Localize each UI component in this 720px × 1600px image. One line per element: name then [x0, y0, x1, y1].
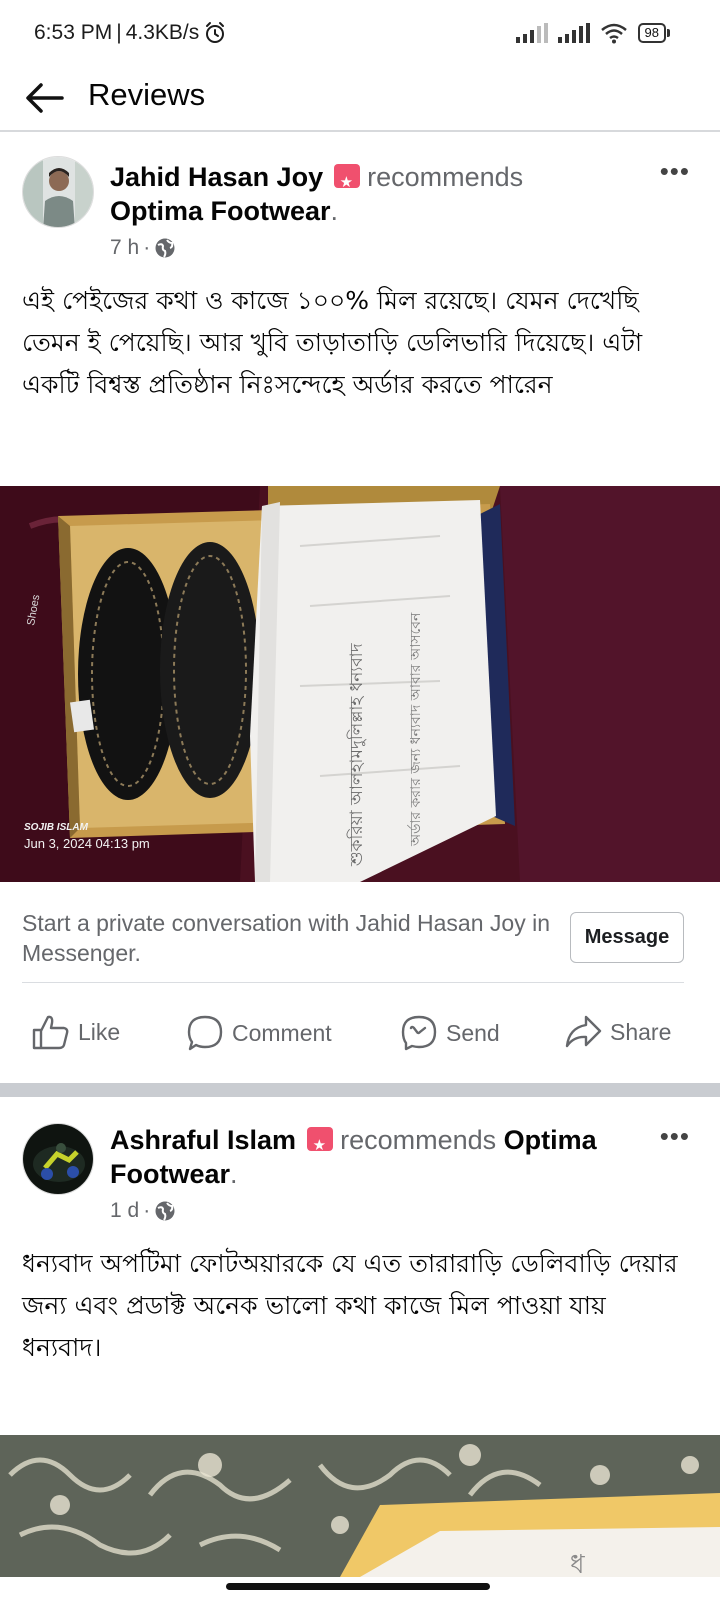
comment-label: Comment: [232, 1019, 332, 1046]
meta-dot: ·: [143, 236, 151, 259]
comment-icon: [187, 1015, 223, 1051]
more-options-icon[interactable]: •••: [660, 156, 690, 187]
share-button[interactable]: Share: [564, 1014, 671, 1050]
arrow-left-icon: [26, 83, 64, 113]
post-meta: 7 h ·: [110, 236, 176, 260]
status-network-speed: 4.3KB/s: [125, 21, 200, 44]
globe-icon: [155, 1201, 175, 1221]
messenger-prompt-text: Start a private conversation with Jahid …: [22, 910, 550, 966]
home-indicator[interactable]: [226, 1583, 490, 1590]
top-fan-badge-icon: [306, 1127, 333, 1163]
author-line: Jahid Hasan Joy recommends Optima Footwe…: [110, 160, 630, 228]
review-photo[interactable]: শুকরিয়া আলহামদুলিল্লাহ ধন্যবাদ অর্ডার ক…: [0, 486, 720, 882]
author-line: Ashraful Islam recommends Optima Footwea…: [110, 1123, 630, 1191]
avatar[interactable]: [22, 1123, 94, 1195]
message-button[interactable]: Message: [570, 912, 684, 963]
status-bar: 6:53 PM | 4.3KB/s 98: [0, 0, 720, 66]
messenger-prompt-row: Start a private conversation with Jahid …: [22, 908, 684, 968]
signal-icon-2: [557, 23, 590, 43]
meta-dot: ·: [143, 1199, 151, 1222]
svg-text:ধ: ধ: [570, 1550, 585, 1577]
signal-icon-1: [515, 23, 548, 43]
globe-icon: [155, 238, 175, 258]
divider: [22, 982, 684, 983]
review-post: Jahid Hasan Joy recommends Optima Footwe…: [0, 134, 720, 1084]
battery-tip: [667, 29, 670, 37]
shoe-box-image: শুকরিয়া আলহামদুলিল্লাহ ধন্যবাদ অর্ডার ক…: [0, 486, 720, 882]
fabric-image: ধ: [0, 1435, 720, 1577]
review-text: ধন্যবাদ অপটিমা ফোটঅয়ারকে যে এত তারারাড়…: [22, 1249, 678, 1362]
svg-text:শুকরিয়া আলহামদুলিল্লাহ ধন্যবা: শুকরিয়া আলহামদুলিল্লাহ ধন্যবাদ: [346, 642, 367, 867]
top-fan-badge-icon: [333, 164, 360, 200]
wifi-icon: [600, 23, 627, 44]
page-title: Reviews: [88, 77, 206, 112]
thumbs-up-icon: [32, 1015, 69, 1050]
like-button[interactable]: Like: [32, 1014, 120, 1050]
status-separator: |: [116, 21, 122, 44]
status-right: 98: [515, 22, 670, 44]
post-time[interactable]: 7 h: [110, 236, 139, 260]
period: .: [230, 1159, 238, 1189]
more-options-icon[interactable]: •••: [660, 1121, 690, 1152]
share-label: Share: [610, 1018, 672, 1045]
battery-level: 98: [637, 23, 666, 43]
avatar-image: [23, 1124, 93, 1194]
period: .: [330, 196, 339, 226]
post-time[interactable]: 1 d: [110, 1199, 139, 1223]
recommends-label: recommends: [340, 1125, 497, 1155]
avatar-image: [23, 157, 93, 227]
comment-button[interactable]: Comment: [186, 1014, 332, 1052]
photo-watermark-date: Jun 3, 2024 04:13 pm: [24, 836, 150, 851]
page-name-link[interactable]: Optima Footwear: [110, 196, 331, 226]
share-icon: [565, 1015, 602, 1048]
battery-indicator: 98: [637, 23, 670, 43]
avatar[interactable]: [22, 156, 94, 228]
post-actions: Like Comment Send Share: [0, 1006, 720, 1066]
status-left: 6:53 PM | 4.3KB/s: [34, 21, 227, 45]
svg-text:অর্ডার করার জন্য ধন্যবাদ আবার: অর্ডার করার জন্য ধন্যবাদ আবার আসবেন: [407, 612, 424, 847]
post-separator: [0, 1083, 720, 1097]
post-meta: 1 d ·: [110, 1199, 176, 1223]
review-photo[interactable]: ধ: [0, 1435, 720, 1577]
author-name[interactable]: Jahid Hasan Joy: [110, 162, 323, 192]
author-name[interactable]: Ashraful Islam: [110, 1125, 296, 1155]
photo-watermark-name: SOJIB ISLAM: [24, 822, 89, 833]
app-header: Reviews: [0, 66, 720, 132]
messenger-icon: [401, 1015, 437, 1051]
review-text: এই পেইজের কথা ও কাজে ১০০% মিল রয়েছে। যে…: [22, 286, 643, 399]
status-time: 6:53 PM: [34, 21, 113, 44]
alarm-icon: [206, 22, 225, 43]
like-label: Like: [78, 1018, 121, 1045]
send-label: Send: [446, 1019, 500, 1046]
send-button[interactable]: Send: [400, 1014, 500, 1052]
back-button[interactable]: [22, 76, 66, 120]
review-post: Ashraful Islam recommends Optima Footwea…: [0, 1097, 720, 1577]
recommends-label: recommends: [367, 162, 524, 192]
